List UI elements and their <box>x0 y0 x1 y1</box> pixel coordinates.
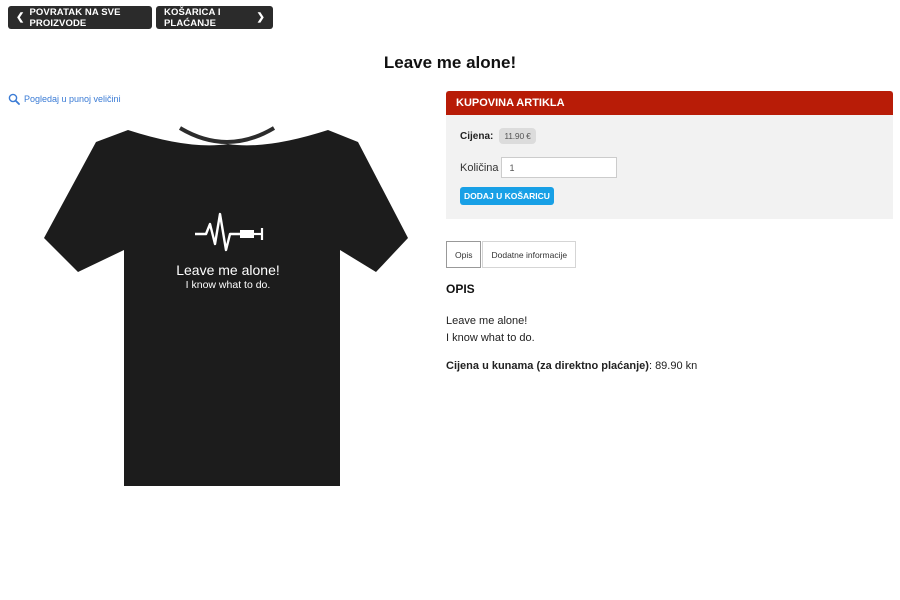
page-title: Leave me alone! <box>383 53 517 72</box>
chevron-right-icon: ❯ <box>256 12 265 23</box>
purchase-panel: KUPOVINA ARTIKLA Cijena: 11.90 € Količin… <box>446 91 893 219</box>
shirt-print-line1: Leave me alone! <box>176 262 280 278</box>
product-image[interactable]: Leave me alone! I know what to do. <box>40 120 415 490</box>
view-full-size-label: Pogledaj u punoj veličini <box>24 94 121 104</box>
quantity-row: Količina <box>460 157 617 178</box>
shirt-print-line2: I know what to do. <box>186 279 271 291</box>
tab-description[interactable]: Opis <box>446 241 482 268</box>
tshirt-collar <box>178 126 276 144</box>
quantity-label: Količina <box>460 161 499 174</box>
tshirt-shape <box>44 130 408 486</box>
cart-checkout-label: KOŠARICA I PLAĆANJE <box>164 6 221 29</box>
description-line: I know what to do. <box>446 332 535 344</box>
price-in-kuna-label: Cijena u kunama (za direktno plaćanje) <box>446 360 649 372</box>
tab-additional-info[interactable]: Dodatne informacije <box>482 241 577 268</box>
view-full-size-link[interactable]: Pogledaj u punoj veličini <box>8 93 121 105</box>
price-label: Cijena: <box>460 130 494 142</box>
price-in-kuna: Cijena u kunama (za direktno plaćanje): … <box>446 360 697 372</box>
cart-checkout-button[interactable]: KOŠARICA I PLAĆANJE ❯ <box>156 6 273 29</box>
quantity-input[interactable] <box>500 157 617 178</box>
description-heading: OPIS <box>446 282 475 296</box>
price-in-kuna-value: : 89.90 kn <box>648 360 698 372</box>
add-to-cart-button[interactable]: DODAJ U KOŠARICU <box>460 187 554 205</box>
product-tabs: Opis Dodatne informacije <box>446 241 577 268</box>
price-row: Cijena: 11.90 € <box>460 128 536 144</box>
back-to-products-button[interactable]: ❮ POVRATAK NA SVE PROIZVODE <box>8 6 152 29</box>
chevron-left-icon: ❮ <box>16 12 25 23</box>
magnifier-icon <box>8 93 20 105</box>
purchase-panel-header: KUPOVINA ARTIKLA <box>446 91 893 115</box>
price-badge: 11.90 € <box>499 128 536 144</box>
description-line: Leave me alone! <box>446 315 528 327</box>
back-to-products-label: POVRATAK NA SVE PROIZVODE <box>29 6 121 29</box>
